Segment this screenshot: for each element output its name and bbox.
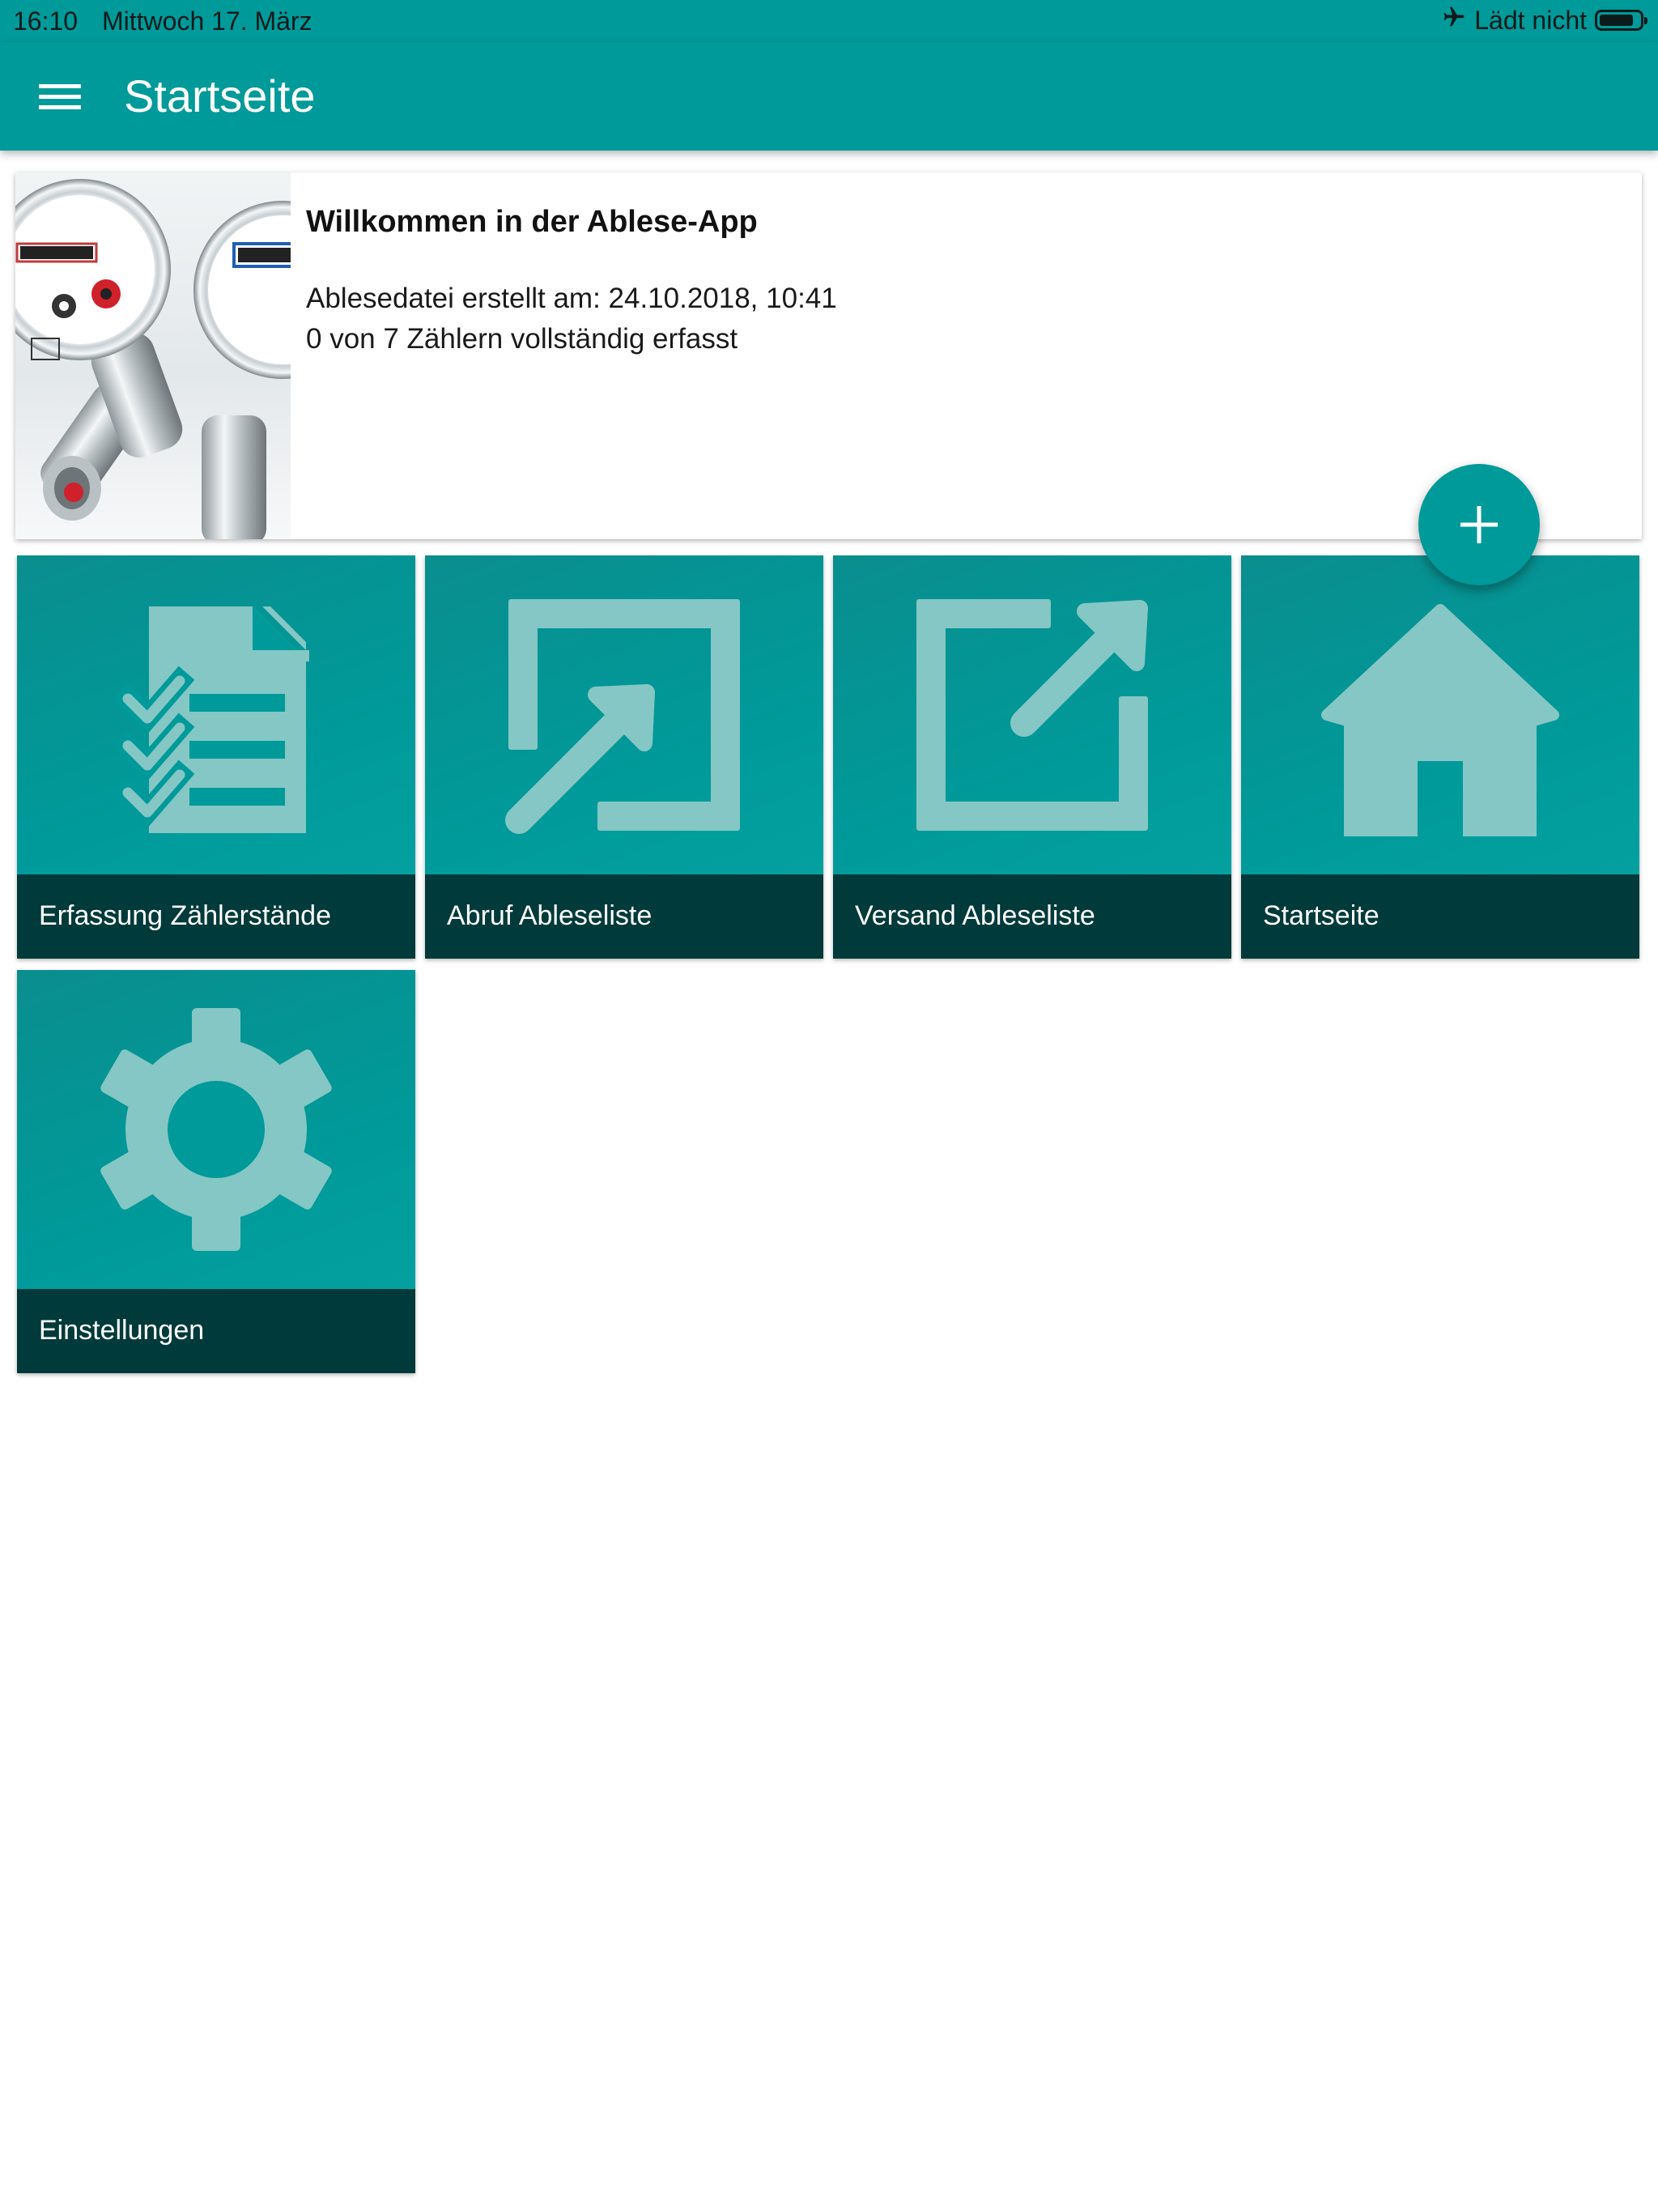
gear-icon	[17, 970, 415, 1289]
home-icon	[1241, 555, 1639, 874]
export-arrow-icon	[833, 555, 1231, 874]
tile-versand-ableseliste[interactable]: Versand Ableseliste	[833, 555, 1231, 959]
tile-label-bar: Abruf Ableseliste	[425, 874, 823, 959]
file-created-text: Ablesedatei erstellt am: 24.10.2018, 10:…	[306, 283, 837, 314]
menu-button[interactable]	[31, 68, 89, 126]
tile-label: Startseite	[1263, 900, 1380, 931]
tile-label-bar: Versand Ableseliste	[833, 874, 1231, 959]
tile-label-bar: Erfassung Zählerstände	[17, 874, 415, 959]
status-time: 16:10	[13, 6, 79, 36]
plus-icon	[1460, 506, 1498, 543]
add-button[interactable]	[1418, 464, 1540, 585]
tile-erfassung-zaehlerstaende[interactable]: Erfassung Zählerstände	[17, 555, 415, 959]
charging-status: Lädt nicht	[1474, 5, 1587, 35]
checklist-document-icon	[17, 555, 415, 874]
hamburger-menu-icon	[39, 84, 81, 109]
page-title: Startseite	[124, 70, 316, 121]
meter-progress-text: 0 von 7 Zählern vollständig erfasst	[306, 323, 738, 355]
tile-label-bar: Einstellungen	[17, 1289, 415, 1373]
tile-label: Versand Ableseliste	[855, 900, 1095, 931]
status-bar: 16:10 Mittwoch 17. März Lädt nicht	[0, 0, 1658, 42]
airplane-icon	[1442, 5, 1466, 36]
tile-startseite[interactable]: Startseite	[1241, 555, 1639, 959]
battery-icon	[1595, 10, 1647, 31]
tile-label: Erfassung Zählerstände	[39, 900, 331, 931]
app-bar: Startseite	[0, 42, 1658, 151]
welcome-card: Willkommen in der Ablese-App Ablesedatei…	[15, 172, 1642, 539]
status-right: Lädt nicht	[1442, 5, 1647, 36]
tile-label: Abruf Ableseliste	[447, 900, 653, 931]
tile-label: Einstellungen	[39, 1315, 205, 1346]
status-date: Mittwoch 17. März	[102, 6, 312, 36]
welcome-title: Willkommen in der Ablese-App	[306, 205, 758, 239]
tile-label-bar: Startseite	[1241, 874, 1639, 959]
water-meter-image	[15, 172, 291, 539]
tile-einstellungen[interactable]: Einstellungen	[17, 970, 415, 1373]
import-arrow-icon	[425, 555, 823, 874]
tile-abruf-ableseliste[interactable]: Abruf Ableseliste	[425, 555, 823, 959]
